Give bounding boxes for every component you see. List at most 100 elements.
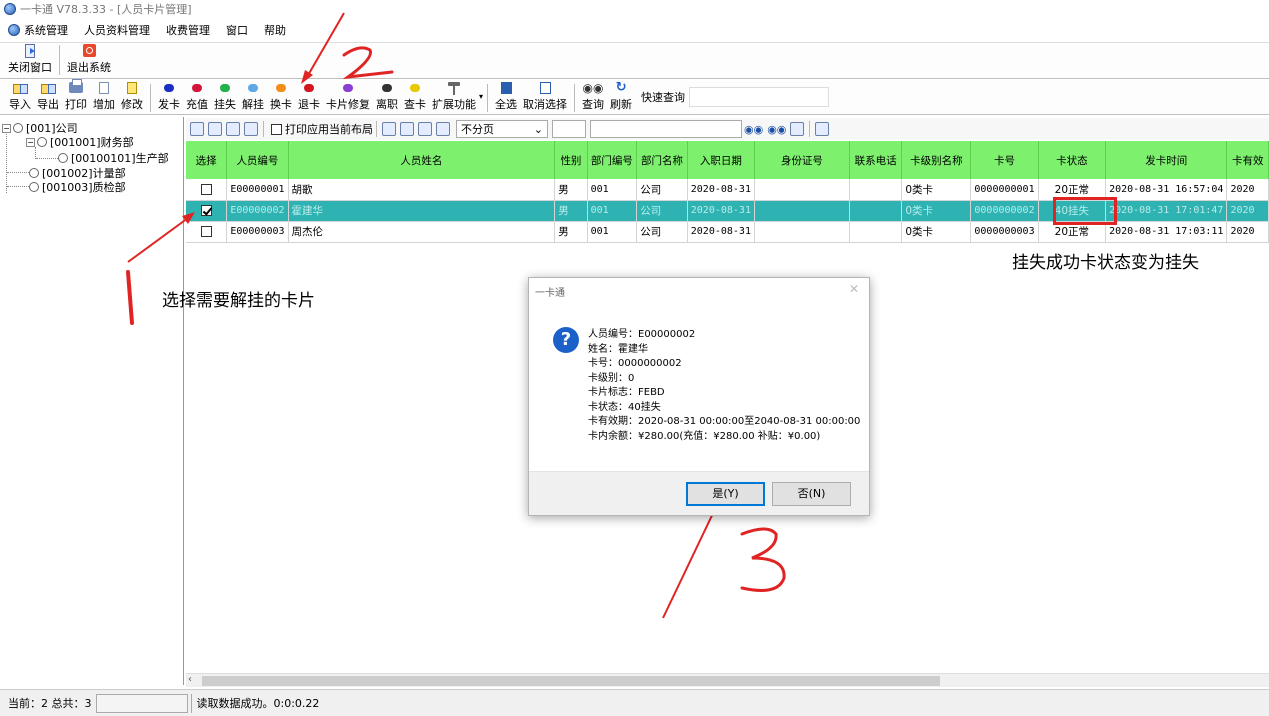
cell-issue-time: 2020-08-31 17:01:47	[1105, 200, 1228, 222]
query-button[interactable]: ◉◉ 查询	[579, 82, 607, 112]
refresh-button[interactable]: ↻ 刷新	[607, 81, 635, 112]
app-menu-icon	[8, 24, 20, 36]
card-action-group: 发卡 充值 挂失 解挂 换卡 退卡 卡片修复 离职 查卡	[155, 84, 429, 112]
row-checkbox[interactable]	[200, 183, 212, 195]
close-window-button[interactable]: 关闭窗口	[4, 43, 56, 75]
tree-connector	[36, 158, 58, 159]
export-image-icon[interactable]	[400, 122, 414, 136]
column-header[interactable]: 选择	[186, 141, 228, 179]
check-card-button[interactable]: 查卡	[401, 84, 429, 112]
row-checkbox-cell[interactable]	[186, 200, 228, 222]
table-row[interactable]: E00000003 周杰伦 男 001 公司 2020-08-31 0类卡 00…	[186, 221, 1269, 243]
cell-card-no: 0000000001	[970, 179, 1039, 201]
return-card-label: 退卡	[298, 98, 320, 111]
print-layout-checkbox[interactable]	[271, 123, 282, 135]
paging-select[interactable]: 不分页 ⌄	[456, 120, 548, 138]
row-checkbox[interactable]	[200, 226, 212, 237]
column-header[interactable]: 部门名称	[636, 141, 688, 179]
column-header[interactable]: 发卡时间	[1105, 141, 1228, 179]
department-icon	[13, 123, 23, 133]
import-button[interactable]: 导入	[6, 82, 34, 112]
print-layout-label: 打印应用当前布局	[285, 123, 373, 136]
column-header[interactable]: 性别	[554, 141, 588, 179]
column-header[interactable]: 卡号	[970, 141, 1039, 179]
exit-system-button[interactable]: 退出系统	[63, 44, 115, 75]
column-header[interactable]: 卡有效	[1226, 141, 1269, 179]
row-checkbox-checked[interactable]	[200, 205, 212, 216]
column-header[interactable]: 部门编号	[587, 141, 638, 179]
collapse-icon[interactable]: −	[26, 137, 35, 147]
column-header[interactable]: 人员姓名	[288, 141, 556, 179]
cell-card-level: 0类卡	[901, 221, 972, 243]
add-button[interactable]: 增加	[90, 82, 118, 112]
cell-name: 周杰伦	[288, 221, 556, 243]
cell-issue-time: 2020-08-31 16:57:04	[1105, 179, 1228, 201]
horizontal-scrollbar[interactable]: ‹	[186, 673, 1269, 687]
quick-query-input[interactable]	[689, 86, 830, 107]
page-number-input[interactable]	[552, 120, 586, 138]
dialog-line: 姓名：霍建华	[588, 343, 648, 355]
scroll-left-icon[interactable]: ‹	[188, 674, 192, 685]
settings-icon[interactable]	[244, 122, 258, 136]
menu-charge[interactable]: 收费管理	[158, 22, 218, 38]
column-header[interactable]: 身份证号	[754, 141, 850, 179]
select-all-button[interactable]: 全选	[492, 82, 520, 112]
department-tree: − [001]公司 − [001001]财务部 [00100101]生产部 [001…	[0, 117, 184, 685]
collapse-icon[interactable]: −	[2, 123, 11, 133]
grid-search-input[interactable]	[590, 120, 742, 138]
row-checkbox-cell[interactable]	[186, 179, 228, 201]
unselect-button[interactable]: 取消选择	[520, 82, 570, 112]
column-header[interactable]: 卡级别名称	[901, 141, 972, 179]
record-count: 当前：2 总共：3	[8, 697, 92, 710]
close-icon[interactable]: ✕	[849, 282, 859, 296]
find-icon[interactable]: ◉◉	[744, 123, 763, 136]
replace-card-label: 换卡	[270, 98, 292, 111]
column-header[interactable]: 人员编号	[226, 141, 289, 179]
menu-window[interactable]: 窗口	[218, 22, 256, 38]
export-button[interactable]: 导出	[34, 82, 62, 112]
binoculars-icon: ◉◉	[582, 81, 604, 95]
row-checkbox-cell[interactable]	[186, 221, 228, 243]
column-header[interactable]: 入职日期	[687, 141, 755, 179]
unlock-loss-button[interactable]: 解挂	[239, 84, 267, 112]
tree-node-production[interactable]: [00100101]生产部	[58, 150, 169, 166]
dialog-line: 卡有效期：2020-08-31 00:00:00至2040-08-31 00:0…	[588, 416, 861, 427]
filter-icon[interactable]	[790, 122, 805, 136]
print-grid-icon[interactable]	[190, 122, 204, 136]
recharge-button[interactable]: 充值	[183, 84, 211, 112]
no-button[interactable]: 否(N)	[772, 482, 851, 506]
print-button[interactable]: 打印	[62, 79, 90, 112]
book-icon[interactable]	[226, 122, 240, 136]
export-pdf-icon[interactable]	[418, 122, 432, 136]
replace-card-button[interactable]: 换卡	[267, 84, 295, 112]
dialog-line: 人员编号：E00000002	[588, 329, 696, 340]
extend-dropdown-icon[interactable]: ▾	[479, 92, 483, 101]
tree-node-quality[interactable]: [001003]质检部	[29, 179, 126, 195]
scrollbar-thumb[interactable]	[202, 676, 940, 686]
cell-name: 胡歌	[288, 179, 556, 201]
repair-card-button[interactable]: 卡片修复	[323, 84, 373, 112]
return-card-button[interactable]: 退卡	[295, 84, 323, 112]
cell-gender: 男	[554, 200, 588, 222]
menu-help[interactable]: 帮助	[256, 22, 294, 38]
table-row[interactable]: E00000001 胡歌 男 001 公司 2020-08-31 0类卡 000…	[186, 179, 1269, 201]
find-next-icon[interactable]: ◉◉	[767, 123, 786, 136]
table-row-selected[interactable]: E00000002 霍建华 男 001 公司 2020-08-31 0类卡 00…	[186, 200, 1269, 222]
print-preview-icon[interactable]	[208, 122, 222, 136]
email-icon[interactable]	[436, 122, 450, 136]
column-header[interactable]: 卡状态	[1038, 141, 1107, 179]
extend-button[interactable]: 扩展功能	[429, 82, 479, 112]
yes-button[interactable]: 是(Y)	[686, 482, 765, 506]
issue-card-button[interactable]: 发卡	[155, 84, 183, 112]
report-loss-button[interactable]: 挂失	[211, 84, 239, 112]
menu-system[interactable]: 系统管理	[6, 22, 76, 38]
menu-personnel[interactable]: 人员资料管理	[76, 22, 158, 38]
toolbar-separator	[574, 84, 576, 112]
export-excel-icon[interactable]	[382, 122, 396, 136]
resign-button[interactable]: 离职	[373, 84, 401, 112]
edit-button[interactable]: 修改	[118, 82, 146, 112]
columns-icon[interactable]	[815, 122, 830, 136]
column-header[interactable]: 联系电话	[849, 141, 903, 179]
tree-node-finance[interactable]: − [001001]财务部	[26, 134, 134, 150]
cell-join-date: 2020-08-31	[687, 200, 755, 222]
